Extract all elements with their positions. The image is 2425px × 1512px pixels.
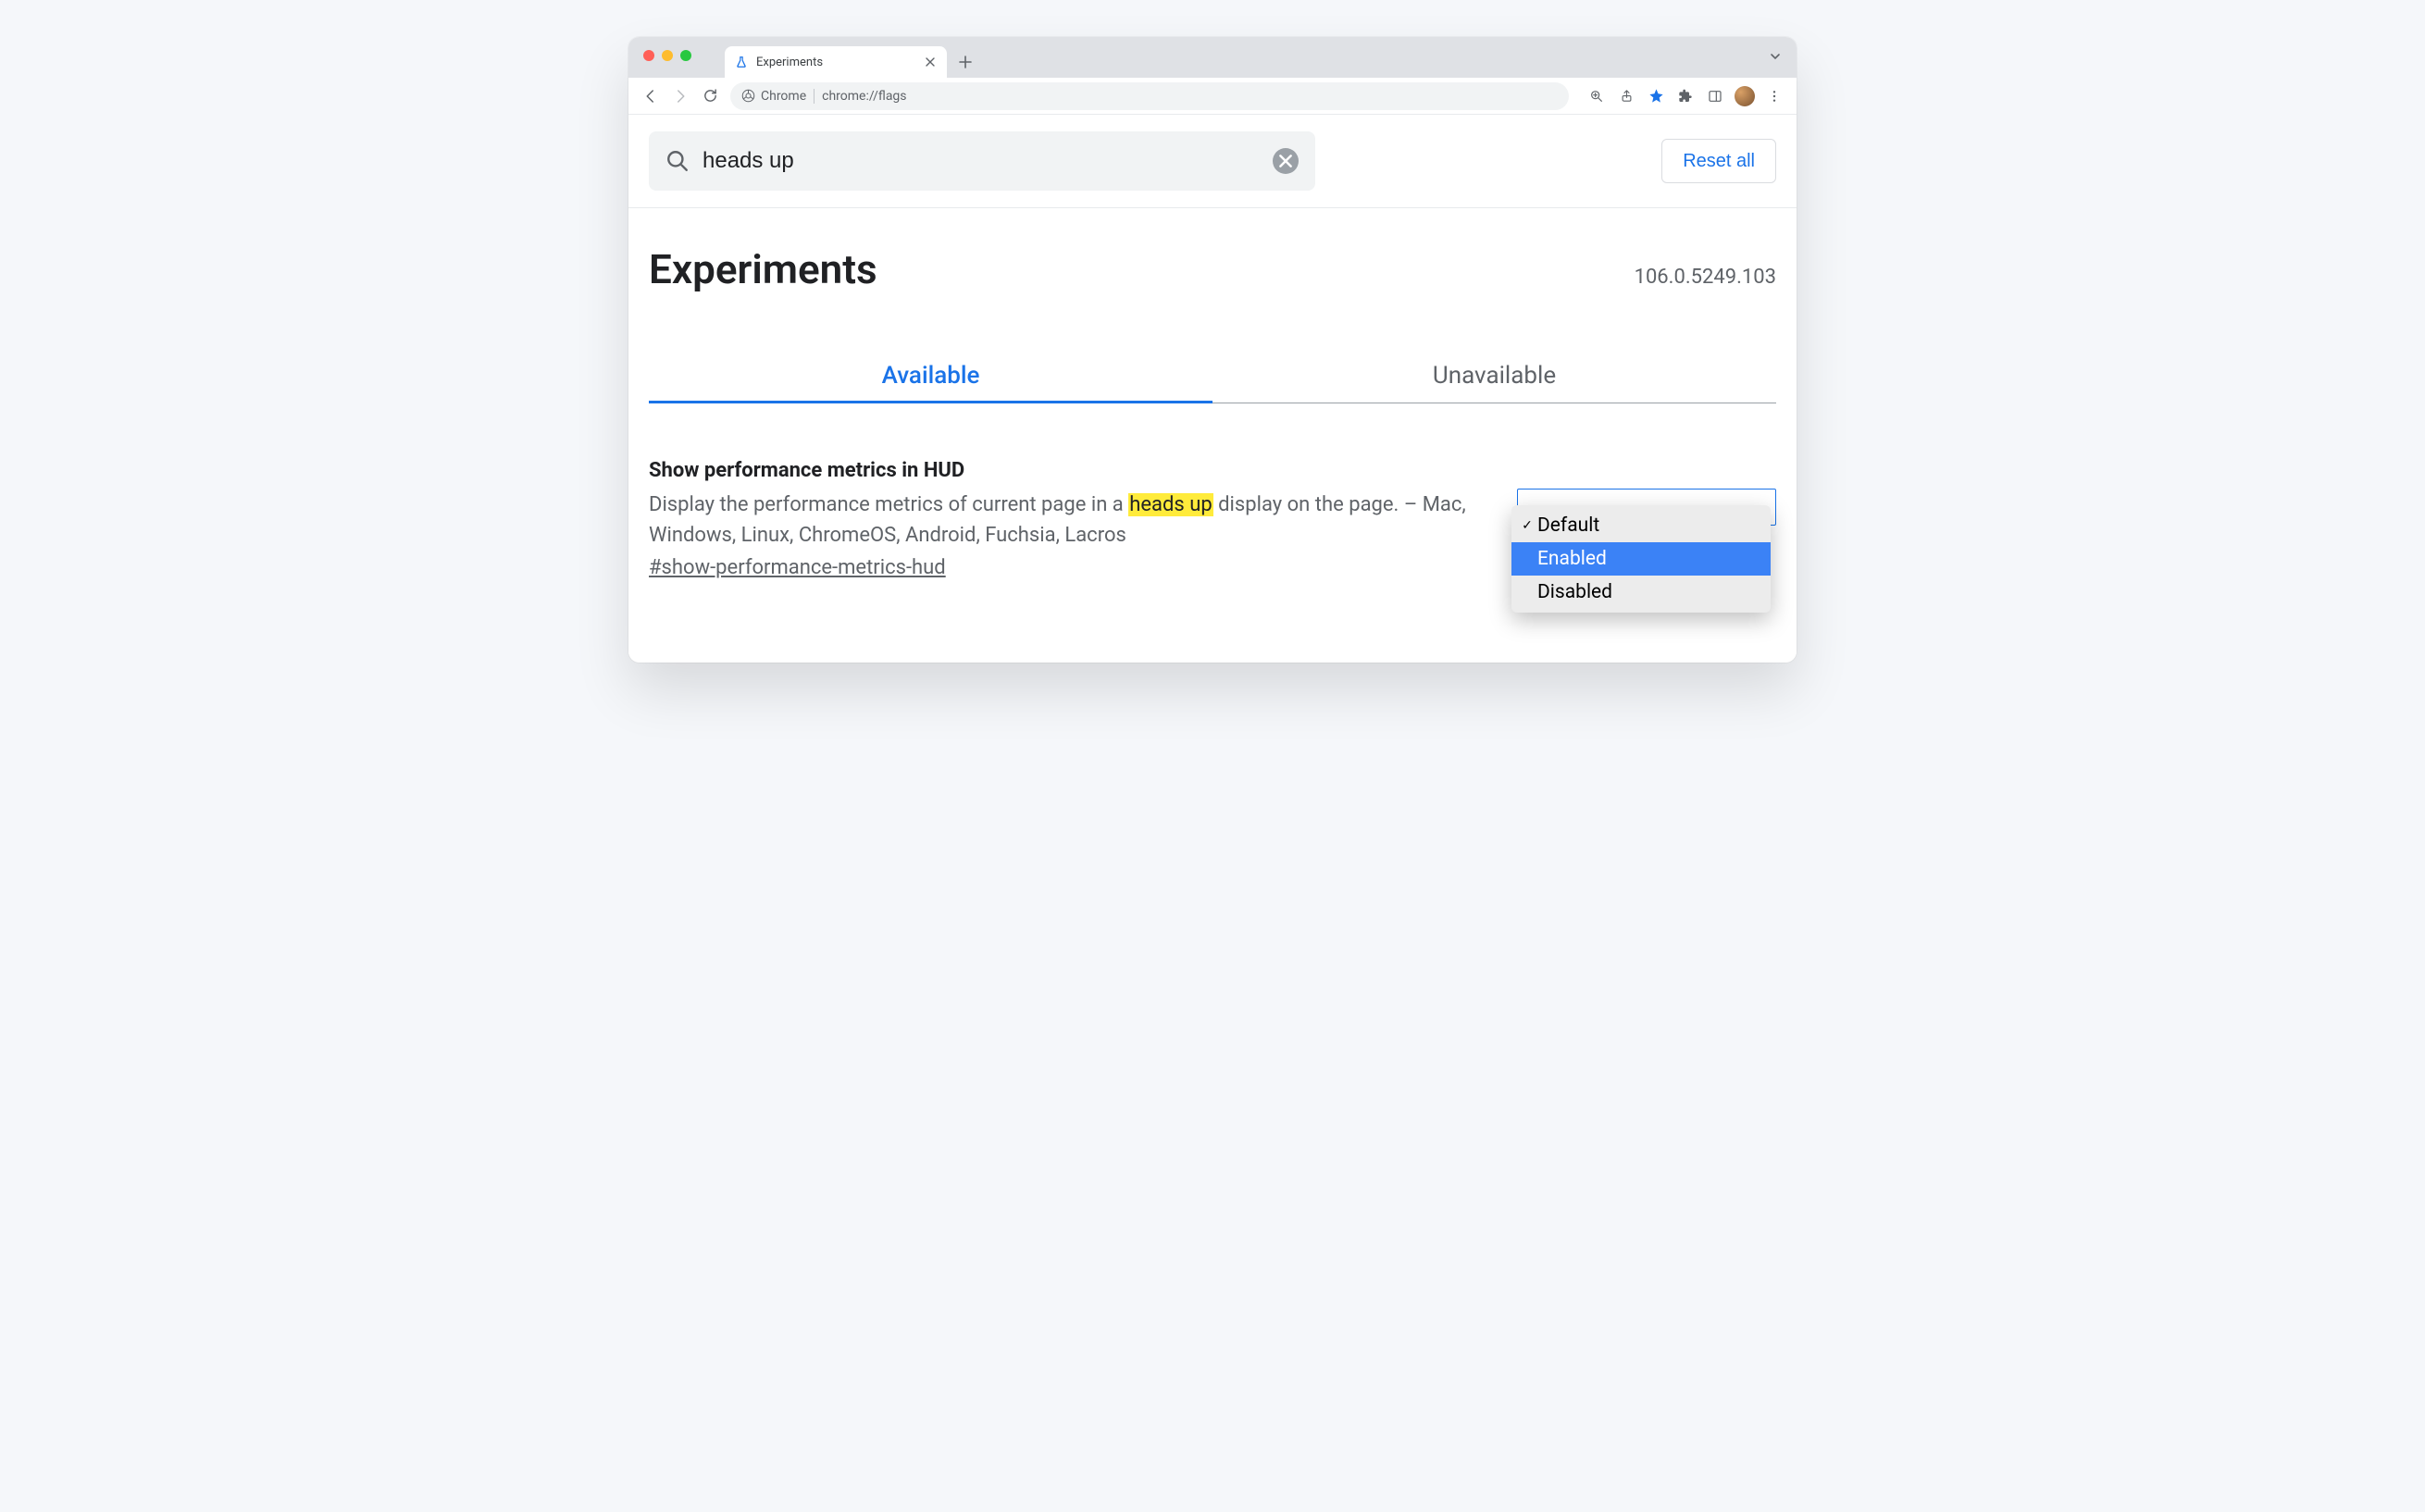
flag-hash-link[interactable]: #show-performance-metrics-hud: [649, 556, 946, 579]
tab-title: Experiments: [756, 56, 915, 69]
tab-strip: Experiments: [628, 37, 1797, 78]
page-title: Experiments: [649, 245, 877, 293]
option-disabled[interactable]: Disabled: [1511, 576, 1771, 609]
option-disabled-label: Disabled: [1537, 581, 1612, 603]
search-input[interactable]: [703, 148, 1260, 174]
back-button[interactable]: [638, 83, 664, 109]
close-tab-icon[interactable]: [923, 55, 938, 69]
flag-select-wrap: ✓ Default Enabled Disabled: [1517, 489, 1776, 526]
extensions-icon[interactable]: [1673, 83, 1698, 109]
tab-overflow-icon[interactable]: [1769, 50, 1782, 63]
flag-text: Show performance metrics in HUD Display …: [649, 459, 1480, 579]
flask-icon: [734, 55, 749, 69]
search-box: [649, 131, 1315, 191]
flag-dropdown-menu: ✓ Default Enabled Disabled: [1511, 505, 1771, 613]
flag-desc-highlight: heads up: [1128, 493, 1212, 516]
version-label: 106.0.5249.103: [1635, 266, 1776, 289]
url-text: chrome://flags: [822, 89, 906, 104]
browser-tab-active[interactable]: Experiments: [725, 46, 947, 78]
option-enabled[interactable]: Enabled: [1511, 542, 1771, 576]
browser-window: Experiments Chrome chrome://: [628, 37, 1797, 663]
fullscreen-window-button[interactable]: [680, 50, 691, 61]
option-default-label: Default: [1537, 514, 1599, 537]
site-chip: Chrome: [741, 89, 806, 104]
minimize-window-button[interactable]: [662, 50, 673, 61]
flag-title: Show performance metrics in HUD: [649, 459, 1480, 482]
reload-button[interactable]: [697, 83, 723, 109]
chrome-icon: [741, 89, 755, 103]
flag-row: Show performance metrics in HUD Display …: [649, 459, 1776, 579]
content-area: Experiments 106.0.5249.103 Available Una…: [628, 208, 1797, 663]
omnibox-divider: [814, 89, 815, 104]
tab-unavailable[interactable]: Unavailable: [1212, 349, 1776, 403]
option-enabled-label: Enabled: [1537, 548, 1607, 570]
avatar-image: [1735, 86, 1755, 106]
toolbar-right: [1584, 83, 1787, 109]
flag-description: Display the performance metrics of curre…: [649, 490, 1480, 551]
address-bar[interactable]: Chrome chrome://flags: [730, 82, 1569, 110]
bookmark-star-icon[interactable]: [1643, 83, 1669, 109]
clear-search-icon[interactable]: [1273, 148, 1299, 174]
forward-button[interactable]: [667, 83, 693, 109]
option-default[interactable]: ✓ Default: [1511, 509, 1771, 542]
heading-row: Experiments 106.0.5249.103: [649, 245, 1776, 293]
tab-available[interactable]: Available: [649, 349, 1212, 403]
profile-avatar[interactable]: [1732, 83, 1758, 109]
search-icon: [665, 149, 690, 173]
share-icon[interactable]: [1613, 83, 1639, 109]
tabs: Available Unavailable: [649, 349, 1776, 403]
zoom-icon[interactable]: [1584, 83, 1610, 109]
site-chip-label: Chrome: [761, 89, 806, 104]
close-window-button[interactable]: [643, 50, 654, 61]
window-controls: [643, 50, 691, 61]
reset-all-button[interactable]: Reset all: [1661, 139, 1776, 183]
check-icon: ✓: [1521, 518, 1534, 533]
flag-desc-pre: Display the performance metrics of curre…: [649, 493, 1128, 516]
toolbar: Chrome chrome://flags: [628, 78, 1797, 115]
side-panel-icon[interactable]: [1702, 83, 1728, 109]
search-row: Reset all: [628, 115, 1797, 208]
kebab-menu-icon[interactable]: [1761, 83, 1787, 109]
flags-page: Reset all Experiments 106.0.5249.103 Ava…: [628, 115, 1797, 663]
new-tab-button[interactable]: [952, 49, 978, 75]
